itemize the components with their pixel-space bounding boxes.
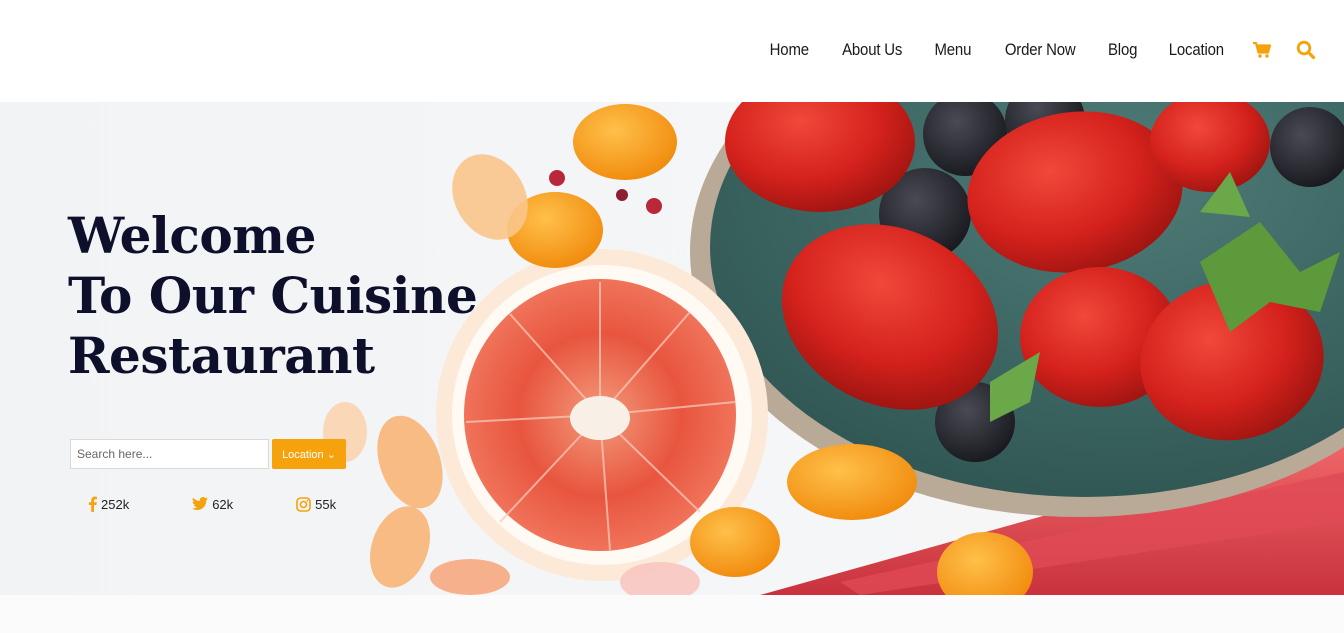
search-input[interactable] — [70, 439, 269, 469]
nav-home-link[interactable]: Home — [770, 40, 809, 60]
twitter-icon — [192, 497, 209, 511]
facebook-icon — [88, 496, 97, 512]
social-stats: 252k 62k 55k — [88, 496, 399, 512]
location-dropdown-button[interactable]: Location ⌄ — [272, 439, 346, 469]
hero-title-line-1: Welcome — [68, 206, 316, 265]
nav-location-link[interactable]: Location — [1169, 40, 1224, 60]
twitter-stat[interactable]: 62k — [192, 497, 233, 512]
hero-title-line-3: Restaurant — [68, 326, 375, 385]
twitter-count: 62k — [212, 496, 234, 512]
next-section-peek — [0, 595, 1344, 633]
main-nav: Home About Us Menu Order Now Blog Locati… — [741, 40, 1316, 60]
facebook-stat[interactable]: 252k — [88, 496, 129, 512]
instagram-stat[interactable]: 55k — [296, 497, 336, 512]
nav-about-link[interactable]: About Us — [842, 40, 902, 60]
hero-title: Welcome To Our Cuisine Restaurant — [68, 206, 478, 386]
nav-menu-link[interactable]: Menu — [934, 40, 971, 60]
site-header: Home About Us Menu Order Now Blog Locati… — [0, 0, 1344, 102]
hero-title-line-2: To Our Cuisine — [68, 266, 478, 325]
hero-search-bar: Location ⌄ — [70, 439, 346, 469]
facebook-count: 252k — [101, 496, 130, 512]
instagram-count: 55k — [315, 496, 337, 512]
search-icon[interactable] — [1296, 40, 1316, 60]
hero-section: Welcome To Our Cuisine Restaurant Locati… — [0, 102, 1344, 595]
instagram-icon — [296, 496, 311, 512]
nav-order-link[interactable]: Order Now — [1005, 40, 1076, 60]
nav-blog-link[interactable]: Blog — [1108, 40, 1137, 60]
cart-icon[interactable] — [1252, 40, 1272, 60]
